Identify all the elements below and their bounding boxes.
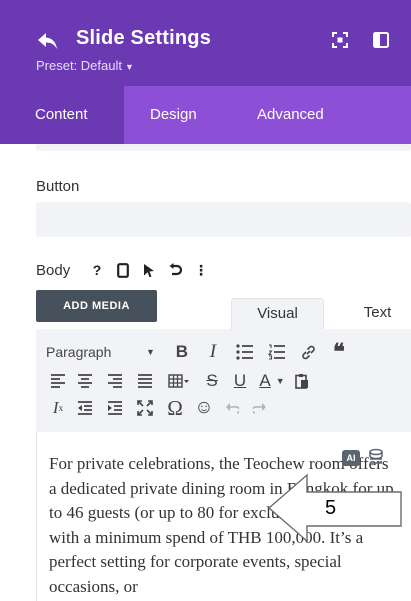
tab-advanced[interactable]: Advanced xyxy=(257,86,324,144)
tab-content[interactable]: Content xyxy=(0,86,124,144)
tab-design[interactable]: Design xyxy=(150,86,197,144)
editor-toolbar: Paragraph ▼ B I ❝ S U A ▼ I x Ω ☺ xyxy=(36,329,411,432)
chevron-down-icon: ▼ xyxy=(146,347,155,357)
ai-assist-icon[interactable]: AI xyxy=(342,450,360,466)
clear-formatting-icon[interactable]: Ix xyxy=(46,396,70,420)
undo-icon[interactable] xyxy=(166,260,184,280)
body-field-actions: ? ⋮ xyxy=(88,260,210,280)
blockquote-icon[interactable]: ❝ xyxy=(325,339,353,364)
tab-visual[interactable]: Visual xyxy=(231,298,324,330)
help-icon[interactable]: ? xyxy=(88,260,106,280)
paragraph-format-select[interactable]: Paragraph xyxy=(46,344,146,360)
preset-label: Preset: Default xyxy=(36,58,122,73)
settings-header: Slide Settings Preset: Default ▼ xyxy=(0,0,411,86)
add-media-button[interactable]: ADD MEDIA xyxy=(36,290,157,322)
numbered-list-icon[interactable] xyxy=(261,340,293,364)
button-field-label: Button xyxy=(36,178,80,195)
bullet-list-icon[interactable] xyxy=(229,340,261,364)
body-text-editor[interactable]: For private celebrations, the Teochew ro… xyxy=(36,432,411,601)
strikethrough-icon[interactable]: S xyxy=(198,369,226,393)
back-arrow-icon[interactable] xyxy=(36,30,60,52)
indent-icon[interactable] xyxy=(100,396,130,420)
cursor-icon[interactable] xyxy=(140,260,158,280)
page-title: Slide Settings xyxy=(76,27,212,49)
more-vertical-icon[interactable]: ⋮ xyxy=(192,260,210,280)
align-center-icon[interactable] xyxy=(70,369,100,393)
expand-icon[interactable] xyxy=(331,31,349,49)
mobile-icon[interactable] xyxy=(114,260,132,280)
paste-text-icon[interactable] xyxy=(290,369,314,393)
redo-icon[interactable] xyxy=(246,396,274,420)
emoji-icon[interactable]: ☺ xyxy=(190,396,218,420)
callout-number: 5 xyxy=(325,497,337,519)
ai-options-icon[interactable] xyxy=(367,447,385,469)
link-icon[interactable] xyxy=(293,340,325,364)
tab-text[interactable]: Text xyxy=(344,298,411,330)
body-content[interactable]: For private celebrations, the Teochew ro… xyxy=(49,452,394,599)
outdent-icon[interactable] xyxy=(70,396,100,420)
chevron-down-icon: ▼ xyxy=(125,62,134,72)
table-icon[interactable] xyxy=(160,369,198,393)
underline-icon[interactable]: U xyxy=(226,369,254,393)
preset-dropdown[interactable]: Preset: Default ▼ xyxy=(36,58,134,73)
align-right-icon[interactable] xyxy=(100,369,130,393)
settings-tabs: Content Design Advanced xyxy=(0,86,411,144)
align-justify-icon[interactable] xyxy=(130,369,160,393)
text-color-icon[interactable]: A ▼ xyxy=(254,369,290,393)
sidebar-toggle-icon[interactable] xyxy=(372,31,390,49)
fullscreen-icon[interactable] xyxy=(130,396,160,420)
button-text-input[interactable] xyxy=(36,202,411,237)
align-left-icon[interactable] xyxy=(46,369,70,393)
body-field-label: Body xyxy=(36,262,71,279)
italic-icon[interactable]: I xyxy=(197,340,229,364)
undo-icon[interactable] xyxy=(218,396,246,420)
special-character-icon[interactable]: Ω xyxy=(160,396,190,420)
bold-icon[interactable]: B xyxy=(167,340,197,364)
previous-field-input[interactable] xyxy=(36,144,411,151)
